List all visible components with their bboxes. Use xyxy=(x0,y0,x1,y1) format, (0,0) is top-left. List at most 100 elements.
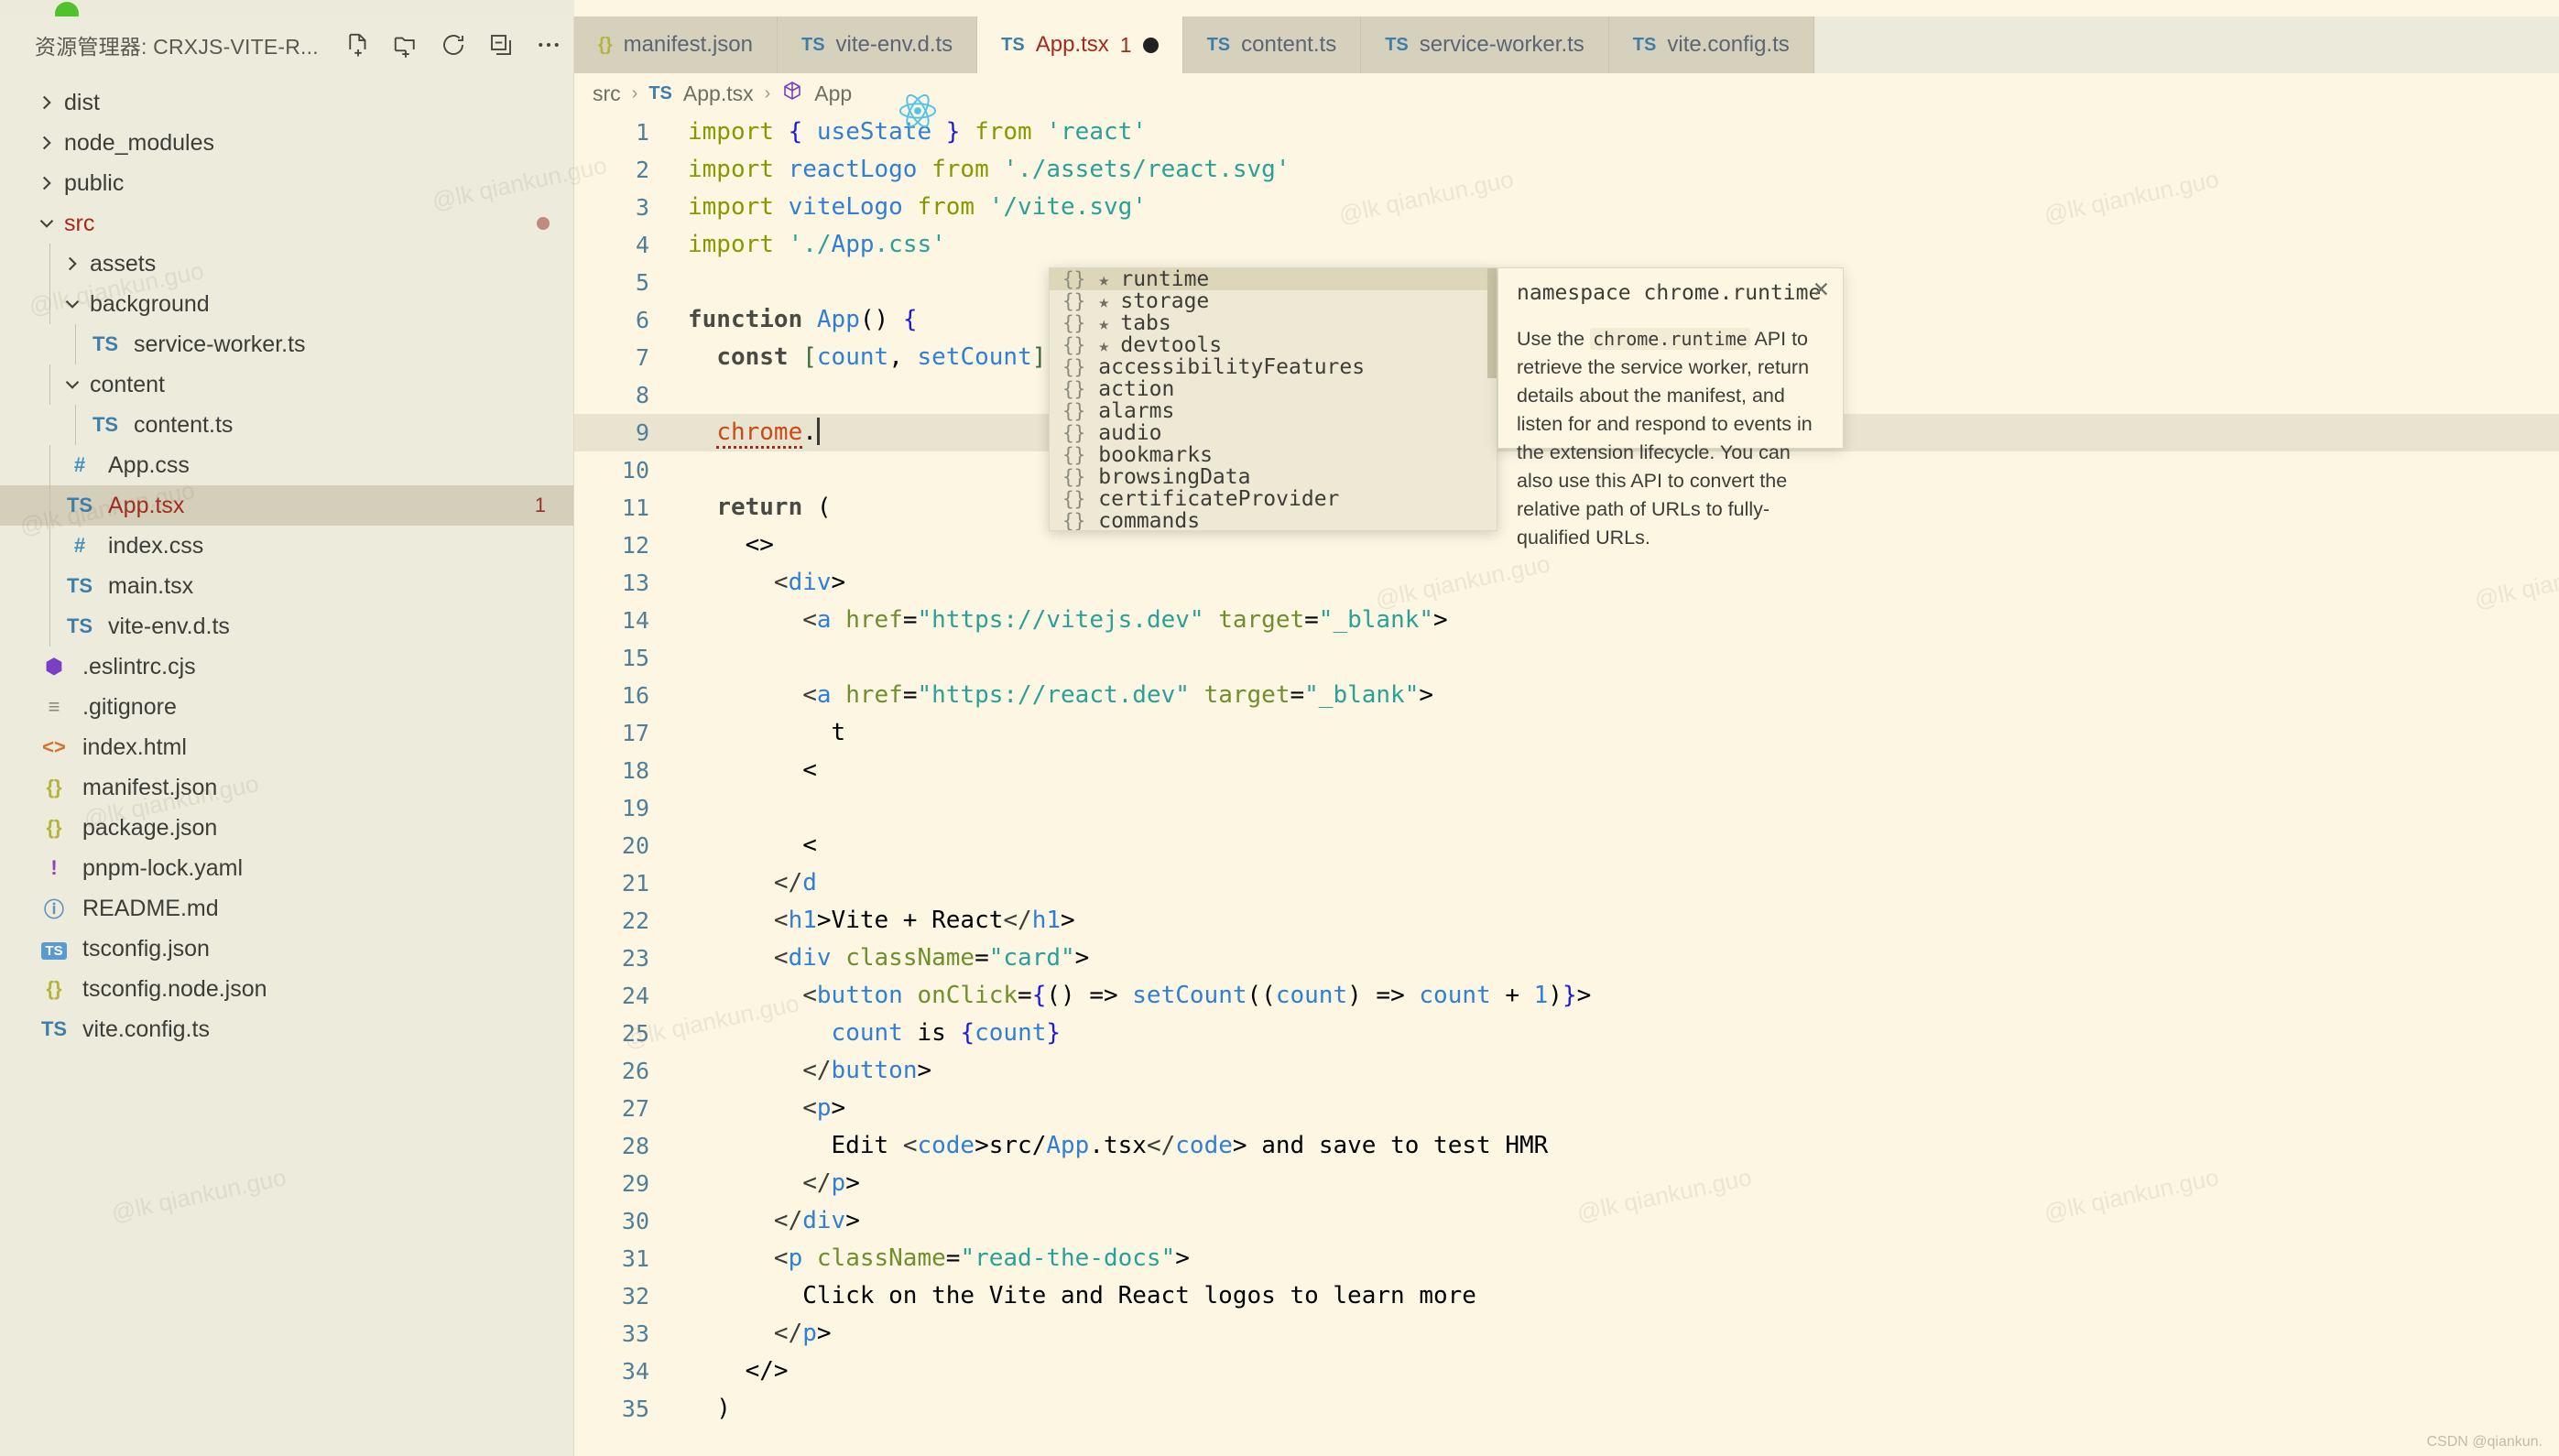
code-text[interactable]: <> xyxy=(673,527,774,564)
more-actions-icon[interactable] xyxy=(535,31,562,59)
code-line[interactable]: 4 import './App.css' xyxy=(574,226,2559,264)
code-text[interactable]: function App() { xyxy=(673,301,917,339)
code-line[interactable]: 14 <a href="https://vitejs.dev" target="… xyxy=(574,602,2559,639)
suggest-item-browsingdata[interactable]: {} browsingData xyxy=(1050,466,1497,488)
code-line[interactable]: 23 <div className="card"> xyxy=(574,940,2559,977)
unsaved-indicator-icon[interactable] xyxy=(1142,37,1159,53)
chevron-right-icon[interactable] xyxy=(35,131,59,155)
code-line[interactable]: 31 <p className="read-the-docs"> xyxy=(574,1240,2559,1277)
code-line[interactable]: 16 <a href="https://react.dev" target="_… xyxy=(574,677,2559,714)
tree-item-dist[interactable]: dist xyxy=(0,82,573,123)
code-text[interactable]: <p> xyxy=(673,1090,845,1127)
code-text[interactable]: chrome. xyxy=(673,414,820,451)
suggest-item-action[interactable]: {} action xyxy=(1050,378,1497,400)
editor-tab-service-worker-ts[interactable]: TS service-worker.ts xyxy=(1361,16,1609,73)
code-line[interactable]: 35 ) xyxy=(574,1390,2559,1428)
code-line[interactable]: 15 xyxy=(574,639,2559,677)
suggest-list[interactable]: {} ★ runtime{} ★ storage{} ★ tabs{} ★ devtools{}… xyxy=(1050,268,1497,530)
code-text[interactable]: < xyxy=(673,827,817,864)
code-text[interactable]: import reactLogo from './assets/react.sv… xyxy=(673,151,1290,189)
intellisense-suggest-widget[interactable]: {} ★ runtime{} ★ storage{} ★ tabs{} ★ devtools{}… xyxy=(1049,267,1497,531)
tree-item-service-worker-ts[interactable]: TS service-worker.ts xyxy=(0,324,573,364)
suggest-item-tabs[interactable]: {} ★ tabs xyxy=(1050,312,1497,334)
tree-item-public[interactable]: public xyxy=(0,163,573,203)
code-text[interactable]: < xyxy=(673,752,817,789)
refresh-icon[interactable] xyxy=(440,31,467,59)
chevron-right-icon[interactable] xyxy=(35,171,59,195)
tree-item-readme-md[interactable]: ⓘ README.md xyxy=(0,888,573,929)
code-line[interactable]: 22 <h1>Vite + React</h1> xyxy=(574,902,2559,940)
tree-item-app-tsx[interactable]: TS App.tsx 1 xyxy=(0,485,573,526)
code-text[interactable] xyxy=(673,451,688,489)
tree-item-content[interactable]: content xyxy=(0,364,573,405)
tree-item-tsconfig-json[interactable]: TS tsconfig.json xyxy=(0,929,573,969)
code-text[interactable]: <div className="card"> xyxy=(673,940,1089,977)
code-text[interactable]: <p className="read-the-docs"> xyxy=(673,1240,1190,1277)
collapse-all-icon[interactable] xyxy=(487,31,515,59)
tree-item-node-modules[interactable]: node_modules xyxy=(0,123,573,163)
tree-item-pnpm-lock-yaml[interactable]: ! pnpm-lock.yaml xyxy=(0,848,573,888)
code-text[interactable]: import './App.css' xyxy=(673,226,946,264)
suggest-scrollbar[interactable] xyxy=(1487,268,1497,378)
code-text[interactable] xyxy=(673,376,688,414)
code-text[interactable]: Edit <code>src/App.tsx</code> and save t… xyxy=(673,1127,1549,1165)
code-line[interactable]: 21 </d xyxy=(574,864,2559,902)
suggest-item-audio[interactable]: {} audio xyxy=(1050,422,1497,444)
code-text[interactable]: <a href="https://react.dev" target="_bla… xyxy=(673,677,1433,714)
breadcrumb-symbol[interactable]: App xyxy=(814,81,852,106)
tree-item-app-css[interactable]: # App.css xyxy=(0,445,573,485)
close-icon[interactable]: ✕ xyxy=(1813,279,1830,300)
code-text[interactable]: <div> xyxy=(673,564,845,602)
code-line[interactable]: 28 Edit <code>src/App.tsx</code> and sav… xyxy=(574,1127,2559,1165)
editor-tab-content-ts[interactable]: TS content.ts xyxy=(1182,16,1362,73)
suggest-item-alarms[interactable]: {} alarms xyxy=(1050,400,1497,422)
code-line[interactable]: 13 <div> xyxy=(574,564,2559,602)
code-line[interactable]: 24 <button onClick={() => setCount((coun… xyxy=(574,977,2559,1015)
code-line[interactable]: 25 count is {count} xyxy=(574,1015,2559,1052)
code-text[interactable]: ) xyxy=(673,1390,731,1428)
suggest-item-accessibilityfeatures[interactable]: {} accessibilityFeatures xyxy=(1050,356,1497,378)
code-text[interactable]: </p> xyxy=(673,1165,860,1202)
code-line[interactable]: 2 import reactLogo from './assets/react.s… xyxy=(574,151,2559,189)
code-line[interactable]: 19 xyxy=(574,789,2559,827)
tree-item-package-json[interactable]: {} package.json xyxy=(0,808,573,848)
code-text[interactable]: </p> xyxy=(673,1315,832,1353)
code-text[interactable]: <a href="https://vitejs.dev" target="_bl… xyxy=(673,602,1447,639)
tree-item-main-tsx[interactable]: TS main.tsx xyxy=(0,566,573,606)
tree-item-src[interactable]: src xyxy=(0,203,573,244)
code-line[interactable]: 30 </div> xyxy=(574,1202,2559,1240)
code-line[interactable]: 27 <p> xyxy=(574,1090,2559,1127)
code-text[interactable]: return ( xyxy=(673,489,831,527)
chevron-down-icon[interactable] xyxy=(60,373,84,397)
code-line[interactable]: 3 import viteLogo from '/vite.svg' xyxy=(574,189,2559,226)
code-text[interactable]: </> xyxy=(673,1353,789,1390)
chevron-right-icon[interactable] xyxy=(60,252,84,276)
editor-tab-app-tsx[interactable]: TS App.tsx 1 xyxy=(977,16,1183,73)
tree-item-vite-config-ts[interactable]: TS vite.config.ts xyxy=(0,1009,573,1049)
code-text[interactable]: import viteLogo from '/vite.svg' xyxy=(673,189,1147,226)
tree-item-tsconfig-node-json[interactable]: {} tsconfig.node.json xyxy=(0,969,573,1009)
code-line[interactable]: 26 </button> xyxy=(574,1052,2559,1090)
new-file-icon[interactable] xyxy=(344,31,372,59)
code-line[interactable]: 33 </p> xyxy=(574,1315,2559,1353)
tree-item--gitignore[interactable]: ≡ .gitignore xyxy=(0,687,573,727)
breadcrumb-file[interactable]: App.tsx xyxy=(683,81,754,106)
new-folder-icon[interactable] xyxy=(392,31,419,59)
code-line[interactable]: 29 </p> xyxy=(574,1165,2559,1202)
code-text[interactable]: <h1>Vite + React</h1> xyxy=(673,902,1075,940)
code-text[interactable]: </d xyxy=(673,864,817,902)
code-text[interactable]: count is {count} xyxy=(673,1015,1062,1052)
code-text[interactable] xyxy=(673,639,688,677)
code-text[interactable]: Click on the Vite and React logos to lea… xyxy=(673,1277,1476,1315)
tree-item-content-ts[interactable]: TS content.ts xyxy=(0,405,573,445)
tree-item-vite-env-d-ts[interactable]: TS vite-env.d.ts xyxy=(0,606,573,647)
code-line[interactable]: 18 < xyxy=(574,752,2559,789)
code-line[interactable]: 17 t xyxy=(574,714,2559,752)
tree-item--eslintrc-cjs[interactable]: ⬢ .eslintrc.cjs xyxy=(0,647,573,687)
code-text[interactable]: <button onClick={() => setCount((count) … xyxy=(673,977,1591,1015)
suggest-item-bookmarks[interactable]: {} bookmarks xyxy=(1050,444,1497,466)
code-line[interactable]: 34 </> xyxy=(574,1353,2559,1390)
suggest-item-devtools[interactable]: {} ★ devtools xyxy=(1050,334,1497,356)
tree-item-index-css[interactable]: # index.css xyxy=(0,526,573,566)
tree-item-manifest-json[interactable]: {} manifest.json xyxy=(0,767,573,808)
